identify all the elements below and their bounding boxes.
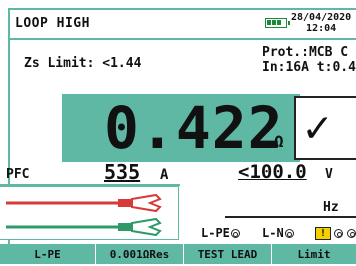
green-lead-icon bbox=[6, 217, 162, 237]
l-n-indicator: L-N bbox=[262, 226, 294, 240]
measurement-unit: Ω bbox=[274, 132, 284, 151]
extra-lamp-icon bbox=[347, 229, 356, 238]
protection-type: Prot.:MCB C bbox=[262, 45, 349, 60]
voltage-value: <100.0 bbox=[238, 161, 307, 183]
measurement-value: 0.422 bbox=[104, 94, 284, 162]
divider bbox=[225, 216, 356, 218]
warning-icon: ! bbox=[315, 227, 331, 240]
l-n-lamp-icon bbox=[284, 229, 294, 238]
softkey-bar: L-PE 0.001ΩRes TEST LEAD Limit bbox=[0, 244, 356, 264]
softkey-limit[interactable]: Limit bbox=[272, 244, 356, 264]
title-bar: LOOP HIGH 28/04/2020 12:04 bbox=[10, 10, 356, 40]
pfc-label: PFC bbox=[6, 167, 30, 182]
pass-indicator: ✓ bbox=[294, 96, 356, 160]
pass-check-icon: ✓ bbox=[304, 102, 331, 153]
protection-info: Prot.:MCB C In:16A t:0.4s bbox=[262, 45, 356, 75]
battery-icon bbox=[265, 18, 290, 28]
time-text: 12:04 bbox=[306, 23, 337, 34]
frequency-unit: Hz bbox=[323, 200, 339, 215]
softkey-l-pe[interactable]: L-PE bbox=[0, 244, 96, 264]
l-pe-label: L-PE bbox=[201, 226, 230, 240]
measurement-display: 0.422 Ω bbox=[62, 94, 300, 162]
l-n-label: L-N bbox=[262, 226, 284, 240]
warning-lamp-icon bbox=[334, 229, 343, 238]
voltage-unit: V bbox=[325, 167, 333, 182]
l-pe-lamp-icon bbox=[230, 229, 240, 238]
softkey-resolution[interactable]: 0.001ΩRes bbox=[96, 244, 184, 264]
softkey-test-lead[interactable]: TEST LEAD bbox=[184, 244, 272, 264]
pfc-value: 535 bbox=[104, 160, 141, 184]
red-lead-icon bbox=[6, 193, 162, 213]
mode-title: LOOP HIGH bbox=[15, 16, 90, 31]
pfc-unit: A bbox=[160, 167, 169, 183]
protection-rating: In:16A t:0.4s bbox=[262, 60, 356, 75]
l-pe-indicator: L-PE bbox=[201, 226, 240, 240]
test-lead-icon bbox=[0, 186, 179, 240]
zs-limit: Zs Limit: <1.44 bbox=[24, 56, 142, 71]
date-text: 28/04/2020 bbox=[291, 12, 352, 23]
datetime: 28/04/2020 12:04 bbox=[291, 12, 351, 34]
